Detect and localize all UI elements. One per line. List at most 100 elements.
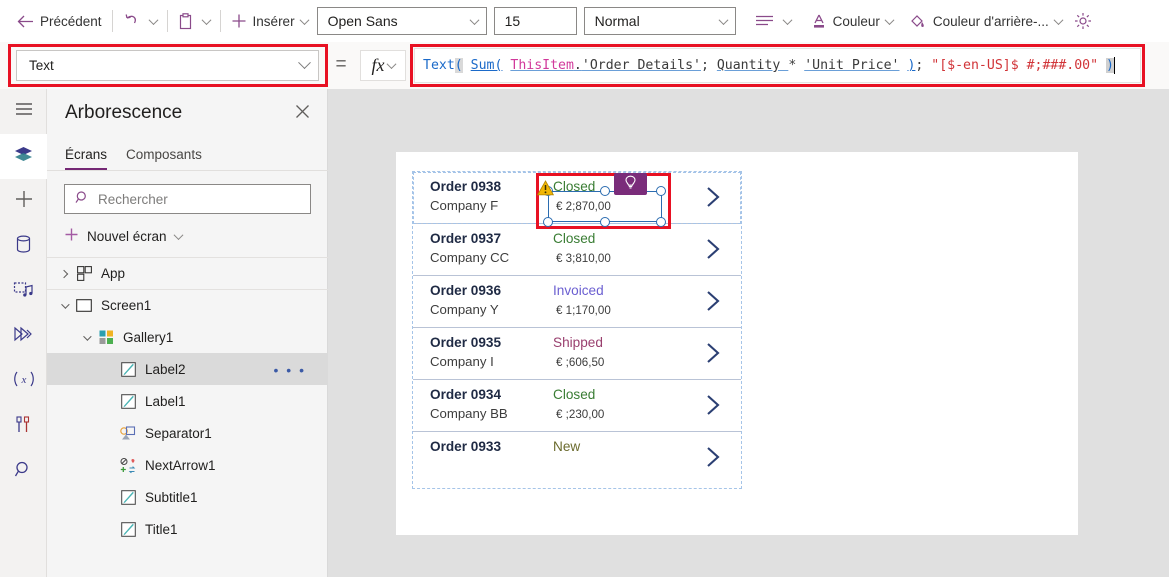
resize-handle-top-center[interactable] — [599, 186, 610, 196]
tree-item-app[interactable]: App — [47, 257, 328, 289]
formula-token-0: Text — [423, 58, 455, 73]
tree-item-label: Gallery1 — [123, 330, 174, 345]
font-size-input[interactable]: 15 — [493, 7, 577, 35]
tree-item-separator1[interactable]: Separator1 — [47, 417, 328, 449]
next-arrow-icon[interactable] — [702, 340, 724, 366]
hamburger-menu-icon — [14, 101, 34, 122]
top-toolbar: Précédent Insérer Open Sans 15 Normal Co… — [0, 0, 1169, 42]
tree-item-label2[interactable]: Label2 • • • — [47, 353, 328, 385]
tree-item-label1[interactable]: Label1 — [47, 385, 328, 417]
formula-token-16 — [1098, 58, 1106, 73]
formula-token-11: 'Unit Price' — [804, 58, 900, 73]
gallery-row-status: Invoiced — [553, 283, 604, 298]
chevron-down-icon[interactable] — [55, 299, 73, 309]
formula-token-6: . — [573, 58, 582, 73]
formula-token-2 — [463, 58, 471, 73]
tree-item-screen1[interactable]: Screen1 — [47, 289, 328, 321]
formula-input[interactable]: Text( Sum( ThisItem.'Order Details'; Qua… — [414, 48, 1141, 83]
next-arrow-icon[interactable] — [702, 236, 724, 262]
gallery-row[interactable]: Order 0933 New — [413, 432, 741, 484]
data-source-icon-button[interactable] — [0, 224, 47, 269]
text-align-dropdown[interactable] — [779, 6, 796, 36]
variables-icon-button[interactable]: x — [0, 359, 47, 404]
gallery-icon — [95, 330, 117, 345]
gallery-row-title: Order 0934 — [430, 387, 502, 402]
font-family-select[interactable]: Open Sans — [316, 7, 487, 35]
tree-item-subtitle1[interactable]: Subtitle1 — [47, 481, 328, 513]
tree-item-label: Label1 — [145, 394, 186, 409]
tools-icon-button[interactable] — [0, 404, 47, 449]
gallery-row-subtitle: Company Y — [430, 302, 499, 317]
search-icon-button[interactable] — [0, 449, 47, 494]
chevron-down-icon[interactable] — [77, 331, 95, 341]
tree-item-overflow-button[interactable]: • • • — [274, 363, 306, 377]
gallery-row[interactable]: Order 0937 Company CC Closed € 3;810,00 — [413, 224, 741, 276]
property-select[interactable]: Text — [16, 50, 319, 81]
undo-dropdown[interactable] — [145, 6, 162, 36]
gallery-row-title: Order 0937 — [430, 231, 502, 246]
search-icon — [75, 190, 90, 208]
gallery-row[interactable]: Order 0935 Company I Shipped € ;606,50 — [413, 328, 741, 380]
warning-triangle-icon[interactable] — [536, 180, 555, 201]
hamburger-menu-icon-button[interactable] — [0, 89, 47, 134]
resize-handle-bottom-right[interactable] — [656, 217, 666, 227]
tree-item-nextarrow1[interactable]: NextArrow1 — [47, 449, 328, 481]
next-arrow-icon[interactable] — [702, 184, 724, 210]
paste-dropdown[interactable] — [198, 6, 215, 36]
chevron-right-icon[interactable] — [55, 269, 73, 278]
tree-search-input[interactable]: Rechercher — [64, 184, 311, 214]
font-color-label: Couleur — [832, 13, 880, 29]
pen-tool-icon-badge[interactable] — [614, 173, 647, 195]
text-align-button[interactable] — [750, 6, 779, 36]
toolbar-divider — [219, 10, 221, 32]
insert-plus-icon-button[interactable] — [0, 179, 47, 224]
gallery-row-subtitle: Company F — [430, 198, 499, 213]
tree-item-label: Label2 — [145, 362, 186, 377]
font-weight-select[interactable]: Normal — [583, 7, 736, 35]
resize-handle-top-right[interactable] — [656, 186, 666, 196]
resize-handle-bottom-center[interactable] — [599, 217, 610, 227]
next-arrow-icon[interactable] — [702, 444, 724, 470]
gallery-row-title: Order 0938 — [430, 179, 502, 194]
separator-icon — [117, 426, 139, 441]
tree-search-placeholder: Rechercher — [98, 191, 168, 207]
formula-token-5: ThisItem — [510, 58, 574, 73]
close-panel-button[interactable] — [291, 103, 313, 125]
undo-button[interactable] — [118, 6, 145, 36]
gallery-row-amount: € ;230,00 — [556, 408, 605, 421]
gear-icon — [1074, 12, 1092, 30]
chevron-down-icon — [148, 14, 158, 25]
next-arrow-icon[interactable] — [702, 392, 724, 418]
resize-handle-bottom-left[interactable] — [543, 217, 553, 227]
tree-view-icon-button[interactable] — [0, 134, 47, 179]
tab-composants[interactable]: Composants — [126, 147, 202, 170]
back-button[interactable]: Précédent — [12, 6, 107, 36]
tree-item-gallery1[interactable]: Gallery1 — [47, 321, 328, 353]
gallery-row[interactable]: Order 0934 Company BB Closed € ;230,00 — [413, 380, 741, 432]
next-arrow-icon[interactable] — [702, 288, 724, 314]
media-icon-button[interactable] — [0, 269, 47, 314]
fx-button[interactable]: fx — [360, 50, 406, 81]
gallery-row[interactable]: Order 0936 Company Y Invoiced € 1;170,00 — [413, 276, 741, 328]
new-screen-button[interactable]: Nouvel écran — [64, 222, 183, 250]
settings-button[interactable] — [1069, 6, 1097, 36]
tab-ecrans[interactable]: Écrans — [65, 147, 108, 170]
gallery-row-status: Closed — [553, 387, 596, 402]
font-weight-value: Normal — [594, 13, 640, 29]
gallery-row-amount: € 1;170,00 — [556, 304, 611, 317]
font-color-icon — [811, 13, 827, 30]
app-canvas[interactable]: Order 0938 Company F Closed € 2;870,00 Order… — [396, 152, 1078, 535]
power-automate-icon-button[interactable] — [0, 314, 47, 359]
paste-button[interactable] — [173, 6, 198, 36]
chevron-down-icon — [469, 14, 480, 25]
fill-color-icon — [909, 13, 927, 30]
search-icon — [14, 460, 33, 484]
tree-item-list: App Screen1 Gallery1 Label2 • • • Label1 Separ… — [47, 257, 328, 545]
background-color-button[interactable]: Couleur d'arrière-... — [904, 6, 1067, 36]
font-color-button[interactable]: Couleur — [806, 6, 898, 36]
insert-button[interactable]: Insérer — [226, 6, 313, 36]
tree-item-title1[interactable]: Title1 — [47, 513, 328, 545]
media-icon — [13, 280, 34, 304]
tree-item-label: Screen1 — [101, 298, 152, 313]
screen-icon — [73, 299, 95, 312]
